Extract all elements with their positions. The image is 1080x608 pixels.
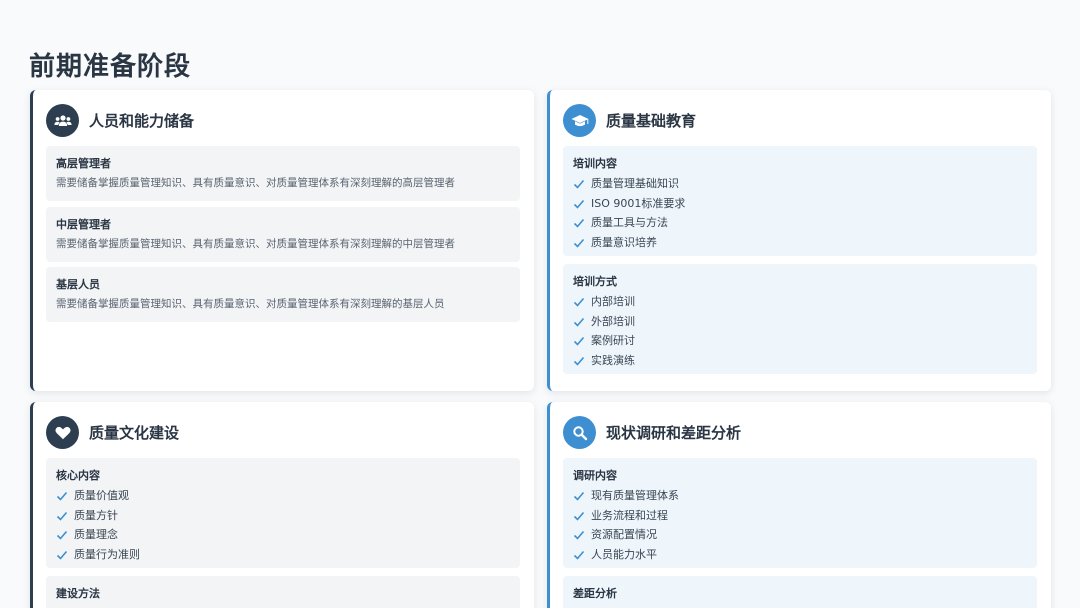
info-box-title: 培训方式 (573, 275, 617, 288)
list-item-label: 质量行为准则 (74, 548, 140, 562)
info-box-title: 培训内容 (573, 157, 617, 170)
check-icon (573, 199, 585, 209)
list-item-label: 质量理念 (74, 528, 118, 542)
graduation-cap-icon (563, 104, 596, 137)
info-box-training-method: 培训方式 内部培训 外部培训 案例研讨 实践演练 (563, 264, 1037, 374)
check-list: 质量管理基础知识 ISO 9001标准要求 质量工具与方法 质量意识培养 (573, 174, 1027, 253)
list-item: 质量理念 (56, 525, 510, 545)
list-item-label: 实践演练 (591, 354, 635, 368)
list-item: 质量工具与方法 (573, 213, 1027, 233)
card-header: 现状调研和差距分析 (563, 416, 741, 449)
list-item-label: 质量价值观 (74, 489, 129, 502)
info-box-title: 中层管理者 (56, 218, 111, 231)
list-item: 质量价值观 (56, 486, 510, 506)
info-box-gap-analysis: 差距分析 (563, 576, 1037, 608)
info-box-training-content: 培训内容 质量管理基础知识 ISO 9001标准要求 质量工具与方法 质量意识培… (563, 146, 1037, 256)
check-icon (573, 297, 585, 307)
list-item-label: 质量管理基础知识 (591, 177, 679, 190)
info-box-frontline: 基层人员 需要储备掌握质量管理知识、具有质量意识、对质量管理体系有深刻理解的基层… (46, 267, 520, 322)
card-quality-education: 质量基础教育 培训内容 质量管理基础知识 ISO 9001标准要求 质量工具与方… (547, 90, 1051, 391)
list-item: 现有质量管理体系 (573, 486, 1027, 506)
info-box-senior: 高层管理者 需要储备掌握质量管理知识、具有质量意识、对质量管理体系有深刻理解的高… (46, 146, 520, 201)
list-item-label: ISO 9001标准要求 (591, 196, 686, 210)
card-header: 质量基础教育 (563, 104, 696, 137)
list-item: 人员能力水平 (573, 545, 1027, 565)
card-title: 现状调研和差距分析 (606, 424, 742, 442)
page-title: 前期准备阶段 (29, 52, 192, 82)
list-item-label: 人员能力水平 (591, 548, 657, 562)
check-icon (573, 356, 585, 366)
card-title: 质量文化建设 (89, 424, 180, 442)
list-item-label: 内部培训 (591, 295, 635, 308)
search-icon (563, 416, 596, 449)
check-icon (573, 317, 585, 327)
info-box-title: 建设方法 (56, 587, 100, 600)
info-box-title: 基层人员 (56, 278, 100, 291)
check-icon (573, 219, 585, 228)
list-item-label: 资源配置情况 (591, 528, 657, 542)
list-item-label: 质量意识培养 (591, 236, 657, 250)
check-list: 现有质量管理体系 业务流程和过程 资源配置情况 人员能力水平 (573, 486, 1027, 565)
check-icon (573, 511, 585, 521)
info-box-middle: 中层管理者 需要储备掌握质量管理知识、具有质量意识、对质量管理体系有深刻理解的中… (46, 207, 520, 262)
info-box-title: 高层管理者 (56, 157, 111, 170)
card-title: 质量基础教育 (606, 112, 697, 130)
list-item: 质量管理基础知识 (573, 174, 1027, 194)
list-item: 外部培训 (573, 312, 1027, 332)
list-item-label: 质量方针 (74, 508, 118, 522)
check-icon (573, 238, 585, 248)
list-item: 质量行为准则 (56, 545, 510, 565)
list-item-label: 现有质量管理体系 (591, 489, 679, 502)
card-status-research: 现状调研和差距分析 调研内容 现有质量管理体系 业务流程和过程 资源配置情况 人… (547, 402, 1051, 608)
check-icon (56, 531, 68, 540)
list-item: 内部培训 (573, 292, 1027, 312)
check-icon (573, 179, 585, 189)
list-item: 案例研讨 (573, 331, 1027, 351)
info-box-desc: 需要储备掌握质量管理知识、具有质量意识、对质量管理体系有深刻理解的基层人员 (56, 298, 445, 310)
info-box-title: 差距分析 (573, 587, 617, 600)
card-quality-culture: 质量文化建设 核心内容 质量价值观 质量方针 质量理念 质量行为准则 建设方法 (30, 402, 534, 608)
check-list: 内部培训 外部培训 案例研讨 实践演练 (573, 292, 1027, 371)
check-list: 质量价值观 质量方针 质量理念 质量行为准则 (56, 486, 510, 565)
info-box-title: 核心内容 (56, 469, 100, 482)
check-icon (573, 531, 585, 540)
info-box-title: 调研内容 (573, 469, 617, 482)
check-icon (573, 337, 585, 346)
heart-icon (46, 416, 79, 449)
list-item: 资源配置情况 (573, 525, 1027, 545)
list-item: 实践演练 (573, 351, 1027, 371)
list-item: 业务流程和过程 (573, 506, 1027, 526)
check-icon (56, 511, 68, 521)
list-item: ISO 9001标准要求 (573, 194, 1027, 214)
list-item: 质量意识培养 (573, 233, 1027, 253)
list-item-label: 业务流程和过程 (591, 508, 668, 522)
info-box-desc: 需要储备掌握质量管理知识、具有质量意识、对质量管理体系有深刻理解的高层管理者 (56, 177, 455, 189)
info-box-research-content: 调研内容 现有质量管理体系 业务流程和过程 资源配置情况 人员能力水平 (563, 458, 1037, 568)
list-item-label: 质量工具与方法 (591, 216, 668, 230)
check-icon (56, 491, 68, 501)
check-icon (573, 491, 585, 501)
list-item-label: 案例研讨 (591, 334, 635, 348)
card-header: 人员和能力储备 (46, 104, 194, 137)
card-personnel-reserve: 人员和能力储备 高层管理者 需要储备掌握质量管理知识、具有质量意识、对质量管理体… (30, 90, 534, 391)
check-icon (573, 550, 585, 560)
info-box-desc: 需要储备掌握质量管理知识、具有质量意识、对质量管理体系有深刻理解的中层管理者 (56, 238, 455, 250)
info-box-core-content: 核心内容 质量价值观 质量方针 质量理念 质量行为准则 (46, 458, 520, 568)
card-header: 质量文化建设 (46, 416, 179, 449)
info-box-build-method: 建设方法 (46, 576, 520, 608)
card-title: 人员和能力储备 (89, 112, 195, 130)
users-icon (46, 104, 79, 137)
list-item: 质量方针 (56, 506, 510, 526)
check-icon (56, 550, 68, 560)
list-item-label: 外部培训 (591, 314, 635, 328)
